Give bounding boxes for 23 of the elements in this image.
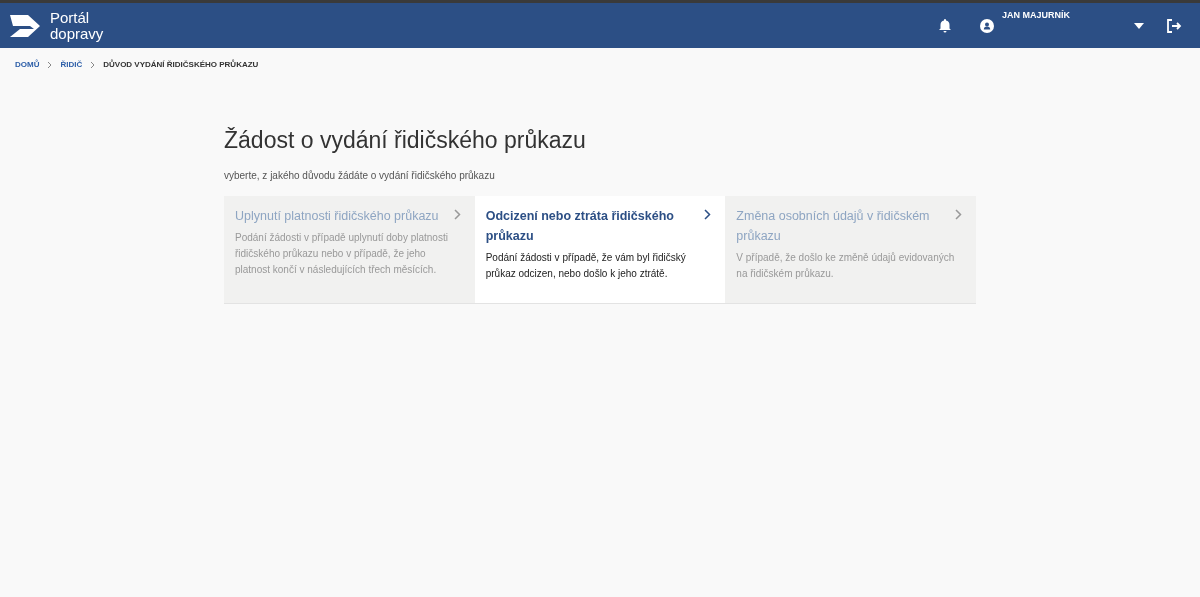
option-description: Podání žádosti v případě uplynutí doby platnosti řidičského průkazu nebo v případě, že jeho platnost končí v následujících třech měsících. <box>235 231 449 277</box>
option-description: Podání žádosti v případě, že vám byl řidičský průkaz odcizen, nebo došlo k jeho ztrátě. <box>485 251 687 281</box>
page-subtitle: vyberte, z jakého důvodu žádáte o vydání řidičského průkazu <box>224 170 496 181</box>
user-name[interactable]: JAN MAJURNÍK <box>1002 10 1070 20</box>
logo-text: Portál dopravy <box>50 9 104 42</box>
option-title: Odcizení nebo ztráta řidičského průkazu <box>485 208 675 245</box>
option-title: Změna osobních údajů v řidičském průkazu <box>736 208 931 245</box>
breadcrumb-link[interactable]: DOMŮ <box>15 60 40 69</box>
option-description: V případě, že došlo ke změně údajů evidovaných na řidičském průkazu. <box>736 251 956 281</box>
chevron-icon <box>453 209 461 220</box>
breadcrumb-current: DŮVOD VYDÁNÍ ŘIDIČSKÉHO PRŮKAZU <box>103 60 259 69</box>
caret-icon[interactable] <box>1134 22 1144 29</box>
chevron-icon <box>955 209 962 220</box>
bell-icon[interactable] <box>938 18 952 33</box>
user-icon <box>980 19 994 33</box>
chevron-icon <box>47 60 53 69</box>
page-title: Žádost o vydání řidičského průkazu <box>224 127 587 154</box>
option-title: Uplynutí platnosti řidičského průkazu <box>235 208 440 225</box>
breadcrumb-link[interactable]: ŘIDIČ <box>60 60 83 69</box>
chevron-icon <box>704 209 712 220</box>
logout-icon[interactable] <box>1166 18 1182 33</box>
option-card[interactable]: Odcizení nebo ztráta řidičského průkazu Podání žádosti v případě, že vám byl řidičský průkaz odcizen, nebo došlo k jeho ztrátě. <box>474 196 726 303</box>
chevron-icon <box>90 60 96 69</box>
